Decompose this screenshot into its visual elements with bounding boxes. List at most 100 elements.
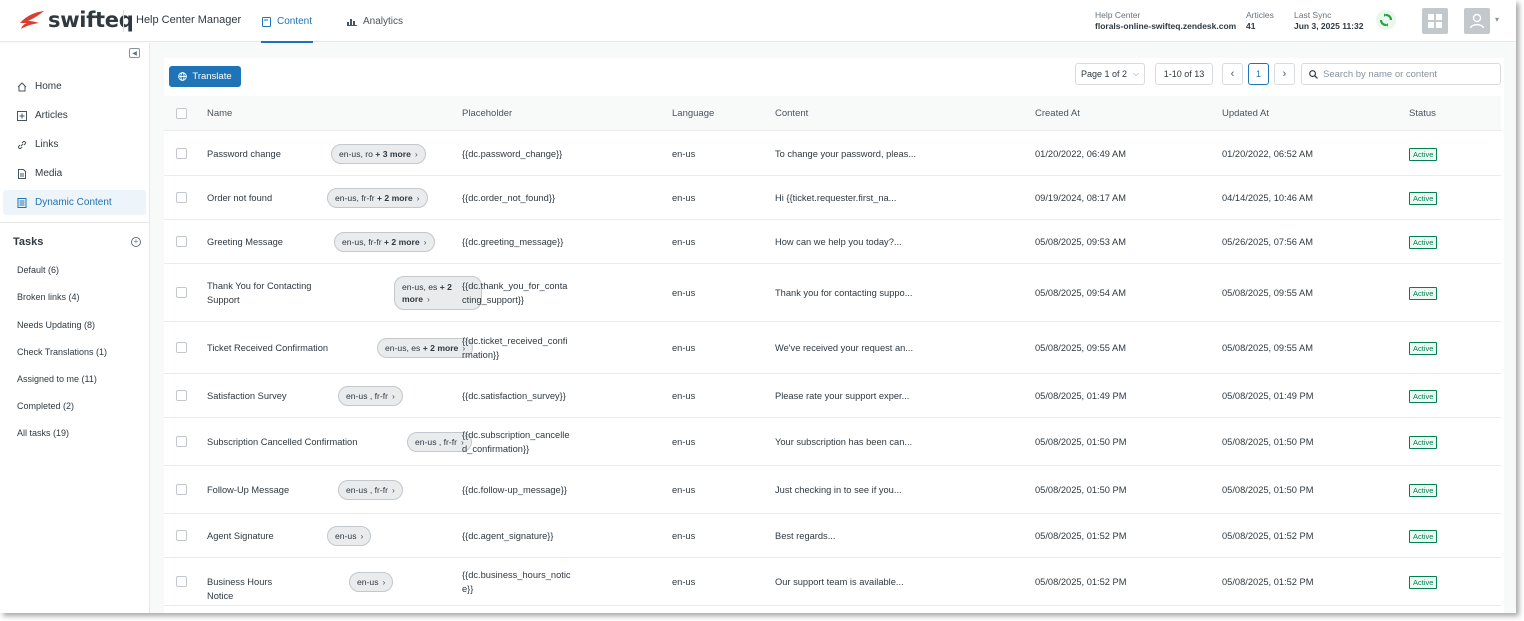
row-name[interactable]: Ticket Received Confirmation xyxy=(207,341,329,355)
sidebar-item-dynamic-content[interactable]: Dynamic Content xyxy=(3,190,146,215)
table-row[interactable]: Ticket Received Confirmation en-us, es + … xyxy=(164,322,1501,374)
column-header-content[interactable]: Content xyxy=(775,108,808,119)
task-item-broken-links[interactable]: Broken links (4) xyxy=(17,292,80,302)
row-name[interactable]: Greeting Message xyxy=(207,235,286,249)
row-created-at: 05/08/2025, 01:52 PM xyxy=(1035,531,1127,541)
articles-count-label: Articles xyxy=(1246,10,1274,20)
document-icon xyxy=(262,16,271,27)
task-item-assigned-to-me[interactable]: Assigned to me (11) xyxy=(17,374,97,384)
task-item-all-tasks[interactable]: All tasks (19) xyxy=(17,428,69,438)
language-pill-langs: en-us, fr-fr xyxy=(342,237,382,247)
table-row[interactable]: Satisfaction Survey en-us , fr-fr › {{dc.sa… xyxy=(164,374,1501,418)
apps-grid-icon[interactable] xyxy=(1422,8,1448,34)
row-checkbox[interactable] xyxy=(176,342,187,353)
column-header-updated-at[interactable]: Updated At xyxy=(1222,108,1269,119)
language-pill-button[interactable]: en-us › xyxy=(349,572,394,592)
sync-icon[interactable] xyxy=(1376,10,1396,30)
language-pill[interactable]: en-us , fr-fr › xyxy=(338,386,403,406)
row-placeholder-line: e}} xyxy=(462,584,474,594)
row-checkbox[interactable] xyxy=(176,236,187,247)
avatar[interactable] xyxy=(1464,8,1490,34)
row-checkbox[interactable] xyxy=(176,287,187,298)
row-name[interactable]: Agent Signature xyxy=(207,529,279,543)
row-name[interactable]: Satisfaction Survey xyxy=(207,389,290,403)
column-header-placeholder[interactable]: Placeholder xyxy=(462,108,512,119)
page-select[interactable]: Page 1 of 2 ⌵ xyxy=(1075,63,1145,85)
row-name-line: Agent Signature xyxy=(207,531,274,541)
row-checkbox[interactable] xyxy=(176,390,187,401)
row-content: Best regards... xyxy=(775,531,836,541)
language-pill[interactable]: en-us, ro + 3 more › xyxy=(331,144,426,164)
main-content: Translate Page 1 of 2 ⌵ 1-10 of 13 ‹ 1 ›… xyxy=(164,58,1504,613)
collapse-sidebar-icon[interactable]: ◀ xyxy=(129,48,140,58)
row-checkbox[interactable] xyxy=(176,148,187,159)
sidebar-item-home[interactable]: Home xyxy=(3,74,146,99)
table-row[interactable]: Subscription Cancelled Confirmation en-us… xyxy=(164,418,1501,466)
language-pill[interactable]: en-us › xyxy=(327,526,372,546)
table-row[interactable]: Business Hours Notice en-us › {{dc.business… xyxy=(164,558,1501,606)
search-input[interactable] xyxy=(1323,68,1493,80)
row-name-line: Support xyxy=(207,295,240,305)
row-checkbox[interactable] xyxy=(176,192,187,203)
row-name[interactable]: Thank You for Contacting Support xyxy=(207,279,346,307)
language-pill-button[interactable]: en-us, ro + 3 more › xyxy=(331,144,426,164)
table-row[interactable]: Agent Signature en-us › {{dc.agent_signatur… xyxy=(164,514,1501,558)
add-task-icon[interactable]: + xyxy=(131,237,141,247)
language-pill-langs: en-us, fr-fr xyxy=(335,193,375,203)
language-pill-more: + 2 more xyxy=(420,343,459,353)
tab-analytics-label: Analytics xyxy=(363,16,404,27)
prev-page-button[interactable]: ‹ xyxy=(1222,63,1243,85)
language-pill[interactable]: en-us, es + 2 more › xyxy=(377,338,474,358)
chevron-down-icon[interactable]: ▾ xyxy=(1495,15,1499,24)
sidebar-divider xyxy=(0,222,150,223)
task-item-default[interactable]: Default (6) xyxy=(17,265,59,275)
row-name[interactable]: Business Hours Notice xyxy=(207,575,301,603)
table-row[interactable]: Follow-Up Message en-us , fr-fr › {{dc.foll… xyxy=(164,466,1501,514)
table-row[interactable]: Order not found en-us, fr-fr + 2 more › {{d… xyxy=(164,176,1501,220)
select-all-checkbox[interactable] xyxy=(176,108,187,119)
task-item-completed[interactable]: Completed (2) xyxy=(17,401,74,411)
language-pill-button[interactable]: en-us, es + 2 more › xyxy=(377,338,474,358)
row-name[interactable]: Subscription Cancelled Confirmation xyxy=(207,435,359,449)
row-checkbox[interactable] xyxy=(176,576,187,587)
table-row[interactable]: Password change en-us, ro + 3 more › {{dc.p… xyxy=(164,132,1501,176)
sidebar-item-links[interactable]: Links xyxy=(3,132,146,157)
column-header-created-at[interactable]: Created At xyxy=(1035,108,1080,119)
row-placeholder-line: cting_support}} xyxy=(462,295,525,305)
row-name[interactable]: Follow-Up Message xyxy=(207,483,290,497)
column-header-name[interactable]: Name xyxy=(207,108,232,119)
language-pill-more: + 2 more xyxy=(374,193,413,203)
tasks-title: Tasks xyxy=(13,236,44,248)
translate-button[interactable]: Translate xyxy=(169,66,241,87)
language-pill-button[interactable]: en-us › xyxy=(327,526,372,546)
column-header-status[interactable]: Status xyxy=(1409,108,1436,119)
row-checkbox[interactable] xyxy=(176,484,187,495)
language-pill-button[interactable]: en-us, fr-fr + 2 more › xyxy=(334,232,435,252)
row-placeholder-line: {{dc.ticket_received_confi xyxy=(462,336,568,346)
row-checkbox[interactable] xyxy=(176,530,187,541)
table-row[interactable]: Thank You for Contacting Support en-us, es… xyxy=(164,264,1501,322)
current-page-button[interactable]: 1 xyxy=(1248,63,1269,85)
sidebar-item-media[interactable]: Media xyxy=(3,161,146,186)
task-item-check-translations[interactable]: Check Translations (1) xyxy=(17,347,107,357)
status-badge: Active xyxy=(1409,287,1438,300)
language-pill-button[interactable]: en-us , fr-fr › xyxy=(338,386,403,406)
language-pill[interactable]: en-us, fr-fr + 2 more › xyxy=(327,188,428,208)
articles-icon xyxy=(17,110,27,121)
column-header-language[interactable]: Language xyxy=(672,108,714,119)
row-checkbox[interactable] xyxy=(176,436,187,447)
tab-content[interactable]: Content xyxy=(260,16,314,43)
next-page-button[interactable]: › xyxy=(1274,63,1295,85)
language-pill-button[interactable]: en-us , fr-fr › xyxy=(338,480,403,500)
language-pill[interactable]: en-us, fr-fr + 2 more › xyxy=(334,232,435,252)
sidebar-item-label: Home xyxy=(35,81,62,92)
language-pill[interactable]: en-us , fr-fr › xyxy=(338,480,403,500)
sidebar-item-articles[interactable]: Articles xyxy=(3,103,146,128)
task-item-needs-updating[interactable]: Needs Updating (8) xyxy=(17,320,95,330)
table-row[interactable]: Greeting Message en-us, fr-fr + 2 more › {{… xyxy=(164,220,1501,264)
row-name[interactable]: Order not found xyxy=(207,191,279,205)
language-pill[interactable]: en-us › xyxy=(349,572,394,592)
language-pill-button[interactable]: en-us, fr-fr + 2 more › xyxy=(327,188,428,208)
tab-analytics[interactable]: Analytics xyxy=(347,16,403,27)
row-name[interactable]: Password change xyxy=(207,147,283,161)
